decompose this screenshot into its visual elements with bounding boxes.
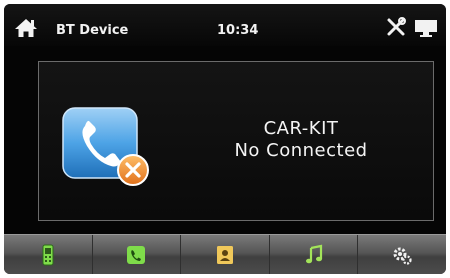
contacts-icon (216, 246, 233, 264)
dialer-icon (127, 246, 146, 264)
connection-status: No Connected (234, 140, 368, 161)
bottom-nav-bar (4, 234, 446, 274)
nav-settings[interactable] (358, 235, 446, 274)
music-icon (305, 244, 322, 264)
nav-music[interactable] (270, 235, 359, 274)
phone-disconnected-icon (57, 102, 167, 192)
mobile-phone-icon (42, 244, 54, 266)
bt-device-screen: BT Device 10:34 CAR-KIT No Connected (4, 4, 446, 274)
tools-icon[interactable] (386, 17, 406, 37)
status-bar: BT Device 10:34 (4, 4, 446, 46)
settings-icon (393, 247, 412, 265)
nav-dialer[interactable] (93, 235, 182, 274)
display-icon[interactable] (414, 18, 438, 38)
nav-contacts[interactable] (181, 235, 270, 274)
nav-mobile-phone[interactable] (4, 235, 93, 274)
device-name: CAR-KIT (263, 118, 339, 139)
clock-time: 10:34 (217, 23, 259, 38)
connection-panel: CAR-KIT No Connected (38, 61, 434, 221)
page-title: BT Device (56, 23, 129, 38)
home-icon[interactable] (14, 18, 38, 38)
